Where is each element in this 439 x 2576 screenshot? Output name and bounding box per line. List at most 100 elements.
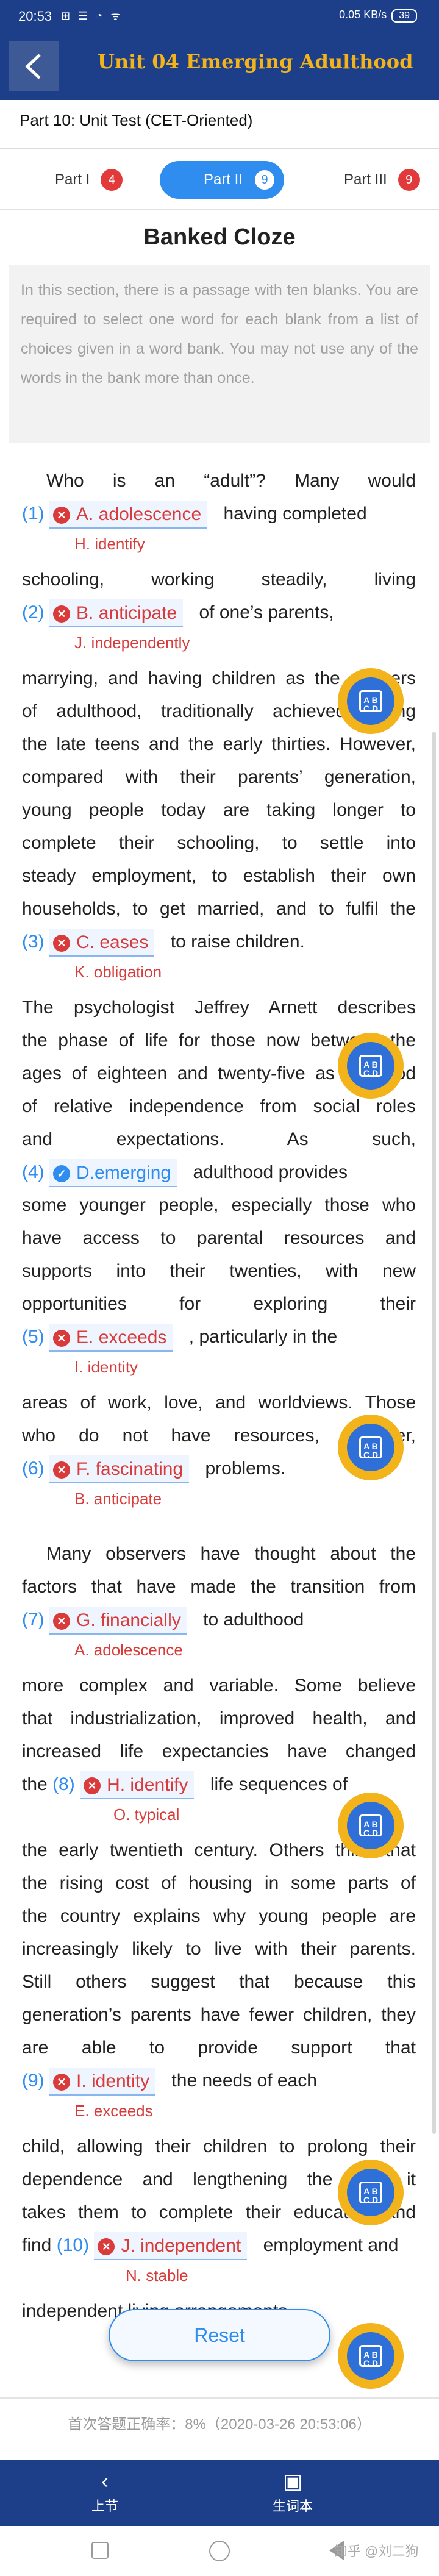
- correct-answer: A. adolescence: [74, 1641, 183, 1659]
- correct-answer: N. stable: [126, 2266, 188, 2285]
- blank-trailing-text: to raise children.: [170, 932, 305, 952]
- scrollbar[interactable]: [432, 732, 436, 2134]
- chevron-left-icon: ‹: [101, 2470, 109, 2493]
- passage-line: increased life expectancies have changed: [22, 1741, 416, 1761]
- correct-answer: E. exceeds: [74, 2102, 153, 2120]
- section-title: Banked Cloze: [143, 224, 296, 250]
- selected-answer: J. independent: [121, 2236, 241, 2257]
- word-bank-icon: A B C D: [359, 690, 382, 713]
- tab-part-2[interactable]: Part II 9: [160, 161, 285, 199]
- answer-field[interactable]: ✕ E. exceeds: [49, 1324, 173, 1352]
- tab-part-3[interactable]: Part III 9: [344, 161, 420, 199]
- book-icon: ▣: [282, 2470, 303, 2493]
- status-right: 0.05 KB/s 39: [339, 9, 417, 23]
- nav-label: 生词本: [272, 2499, 313, 2514]
- correct-answer: B. anticipate: [74, 1490, 162, 1508]
- back-button[interactable]: [9, 41, 59, 91]
- status-icons: ⊞ ☰ ◔ ᯤ: [61, 10, 123, 22]
- tab-part-1[interactable]: Part I 4: [55, 161, 123, 199]
- wrong-mark-icon: ✕: [53, 2074, 71, 2091]
- word-bank-icon: A B C D: [359, 1814, 382, 1837]
- correct-answer: K. obligation: [74, 963, 162, 981]
- answer-field[interactable]: ✕ I. identity: [49, 2068, 156, 2096]
- blank-7: (7) ✕ G. financially to adulthood A. adol…: [22, 1604, 416, 1669]
- blank-number: (10): [56, 2235, 90, 2255]
- blank-trailing-text: adulthood provides: [193, 1162, 348, 1182]
- word: Many: [294, 471, 340, 491]
- selected-answer: D.emerging: [76, 1163, 171, 1183]
- passage-line: steady employment, to establish their ow…: [22, 866, 416, 886]
- passage-line: young people today are taking longer to: [22, 800, 416, 820]
- battery-icon: 39: [391, 9, 417, 23]
- reset-button[interactable]: Reset: [109, 2309, 330, 2361]
- passage-line: the rising cost of housing in some parts…: [22, 1873, 416, 1893]
- tab-label: Part I: [55, 171, 90, 188]
- prev-section-button[interactable]: ‹ 上节: [56, 2467, 154, 2515]
- wrong-mark-icon: ✕: [53, 1613, 71, 1630]
- passage-line: Still others suggest that because this: [22, 1972, 416, 1992]
- passage-line: areas of work, love, and worldviews. Tho…: [22, 1393, 416, 1413]
- answer-field[interactable]: ✕ H. identify: [80, 1771, 195, 1800]
- instructions: In this section, there is a passage with…: [9, 265, 430, 443]
- nav-label: 上节: [91, 2499, 118, 2514]
- word-bank-button[interactable]: A B C D: [338, 1415, 404, 1480]
- passage-line: factors that have made the transition fr…: [22, 1577, 416, 1597]
- recents-icon[interactable]: [91, 2542, 109, 2559]
- app-header: Unit 04 Emerging Adulthood: [0, 33, 439, 100]
- word: an: [154, 471, 176, 491]
- selected-answer: E. exceeds: [76, 1327, 167, 1348]
- passage-line: more complex and variable. Some believe: [22, 1675, 416, 1696]
- answer-field[interactable]: ✕ G. financially: [49, 1607, 187, 1635]
- home-icon[interactable]: [209, 2541, 230, 2561]
- selected-answer: G. financially: [76, 1610, 181, 1631]
- answer-field[interactable]: ✓ D.emerging: [49, 1159, 177, 1188]
- passage-line: are able to provide support that: [22, 2038, 416, 2058]
- blank-5: (5) ✕ E. exceeds , particularly in the I.…: [22, 1321, 416, 1386]
- passage: Who is an “adult”? Many would (1) ✕ A. ad…: [22, 465, 416, 2328]
- answer-field[interactable]: ✕ F. fascinating: [49, 1455, 190, 1484]
- correct-answer: J. independently: [74, 633, 190, 652]
- selected-answer: A. adolescence: [76, 504, 202, 525]
- passage-line: supports into their twenties, with new: [22, 1261, 416, 1281]
- word-bank-button[interactable]: A B C D: [338, 1033, 404, 1099]
- tab-count-badge: 9: [254, 169, 276, 191]
- word-bank-button[interactable]: A B C D: [338, 1793, 404, 1858]
- passage-line: some younger people, especially those wh…: [22, 1195, 416, 1215]
- passage-line: households, to get married, and to fulfi…: [22, 899, 416, 919]
- blank-number: (2): [22, 602, 45, 623]
- wrong-mark-icon: ✕: [98, 2238, 115, 2256]
- tab-label: Part III: [344, 171, 387, 188]
- wrong-mark-icon: ✕: [53, 935, 71, 952]
- answer-field[interactable]: ✕ C. eases: [49, 929, 155, 957]
- passage-line: have access to parental resources and: [22, 1228, 416, 1248]
- blank-leading-text: find: [22, 2235, 52, 2255]
- correct-answer: I. identity: [74, 1358, 138, 1376]
- correct-answer: H. identify: [74, 535, 145, 553]
- correct-answer: O. typical: [113, 1805, 180, 1824]
- passage-line: the late teens and the early thirties. H…: [22, 734, 416, 754]
- answer-field[interactable]: ✕ J. independent: [94, 2232, 248, 2261]
- blank-number: (5): [22, 1327, 45, 1347]
- word-bank-button[interactable]: A B C D: [338, 2323, 404, 2389]
- network-speed: 0.05 KB/s: [339, 9, 387, 21]
- word: is: [112, 471, 126, 491]
- answer-field[interactable]: ✕ B. anticipate: [49, 599, 184, 628]
- blank-9: (9) ✕ I. identity the needs of each E. ex…: [22, 2064, 416, 2130]
- system-nav-bar: 知乎 @刘二狗: [0, 2526, 439, 2576]
- selected-answer: C. eases: [76, 932, 149, 953]
- passage-line: and expectations. As such,: [22, 1129, 416, 1149]
- part-tabs: Part I 4 Part II 9 Part III 9: [0, 149, 439, 210]
- word: would: [368, 471, 416, 491]
- word-bank-button[interactable]: A B C D: [338, 668, 404, 734]
- answer-field[interactable]: ✕ A. adolescence: [49, 501, 208, 529]
- word-bank-button[interactable]: A B C D: [338, 2160, 404, 2225]
- wrong-mark-icon: ✕: [53, 1330, 71, 1347]
- wrong-mark-icon: ✕: [53, 1461, 71, 1479]
- passage-line: Many observers have thought about the: [46, 1544, 416, 1564]
- check-mark-icon: ✓: [53, 1165, 71, 1183]
- blank-number: (8): [52, 1774, 75, 1794]
- status-time: 20:53: [18, 9, 52, 24]
- blank-2: (2) ✕ B. anticipate of one’s parents, J. …: [22, 596, 416, 662]
- passage-line: opportunities for exploring their: [22, 1294, 416, 1314]
- vocab-book-button[interactable]: ▣ 生词本: [244, 2467, 341, 2515]
